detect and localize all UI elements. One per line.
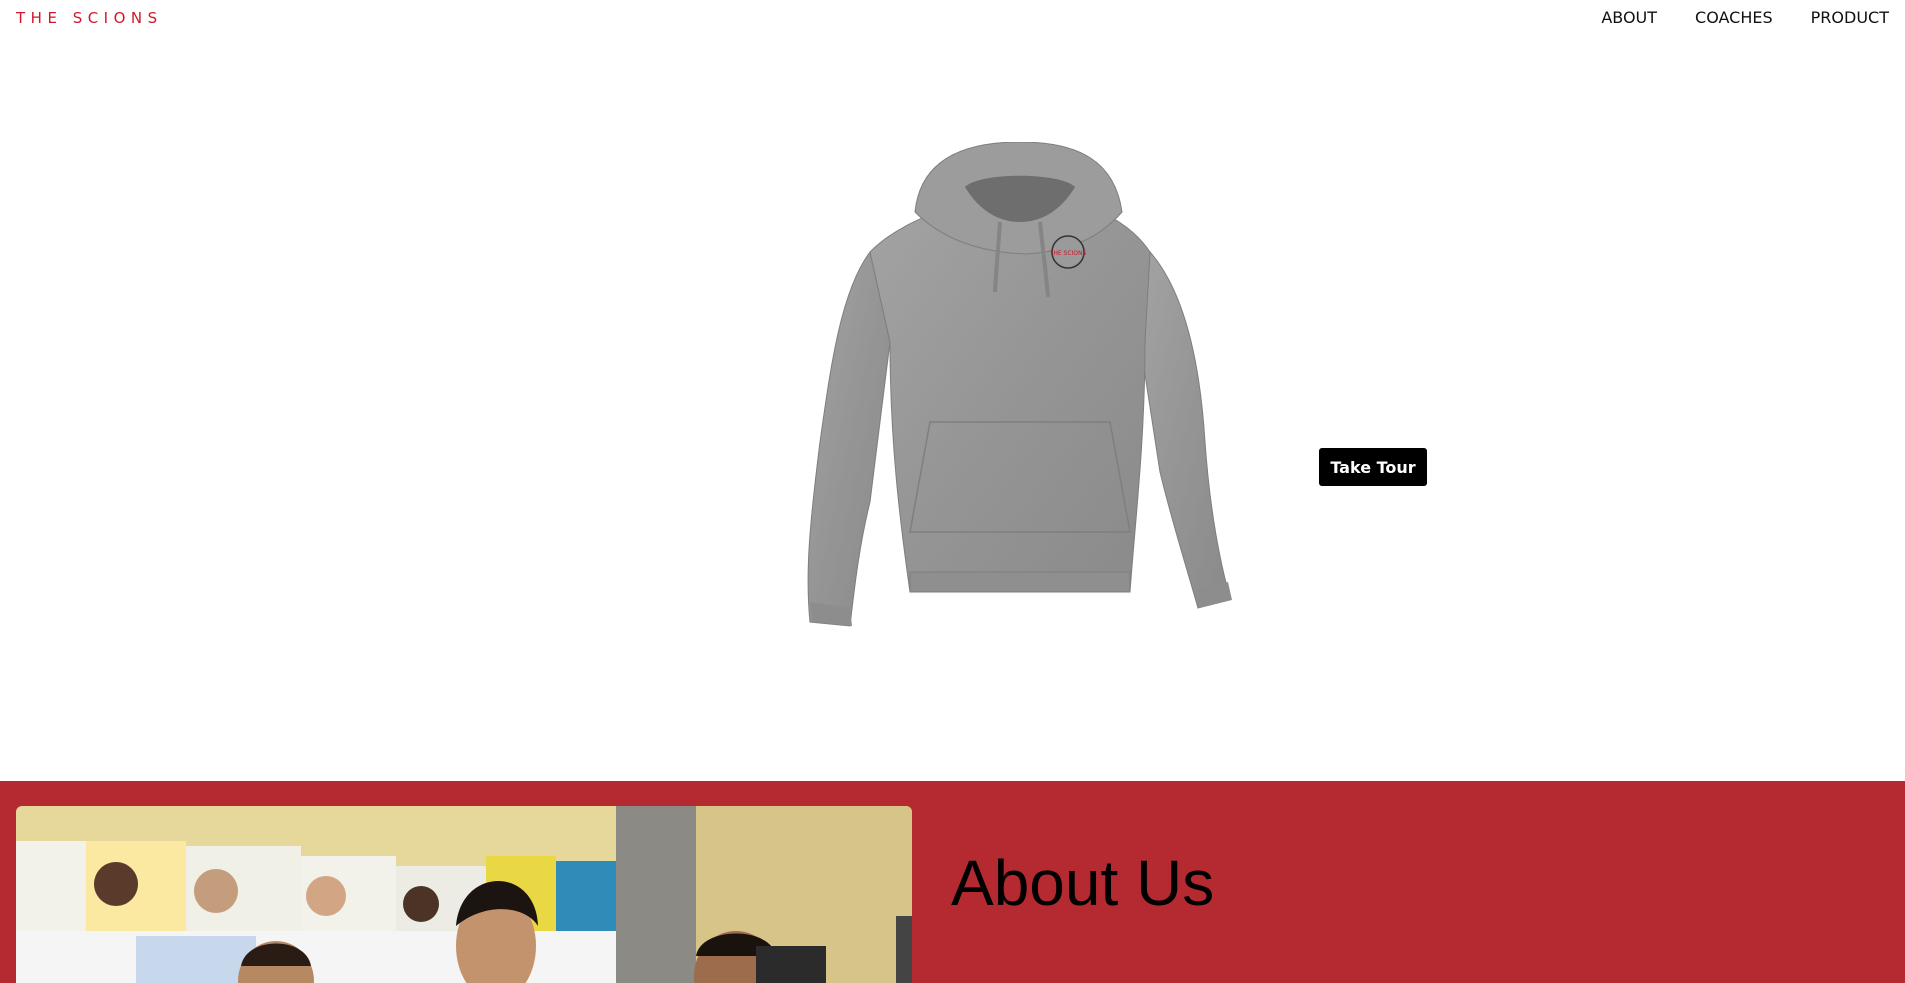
take-tour-button[interactable]: Take Tour [1319,448,1427,486]
about-photo [16,806,912,983]
nav-link-about[interactable]: ABOUT [1601,8,1657,27]
about-title: About Us [951,847,1215,919]
nav-link-coaches[interactable]: COACHES [1695,8,1773,27]
hero-section: THE SCIONS Take Tour [0,36,1905,781]
top-navigation: THE SCIONS ABOUT COACHES PRODUCT [0,0,1905,36]
about-section: About Us [0,781,1905,983]
nav-links: ABOUT COACHES PRODUCT [1601,8,1889,27]
hoodie-product-image: THE SCIONS [807,142,1232,627]
hoodie-logo-text: THE SCIONS [1049,250,1087,257]
brand-logo[interactable]: THE SCIONS [16,9,163,27]
nav-link-product[interactable]: PRODUCT [1811,8,1889,27]
